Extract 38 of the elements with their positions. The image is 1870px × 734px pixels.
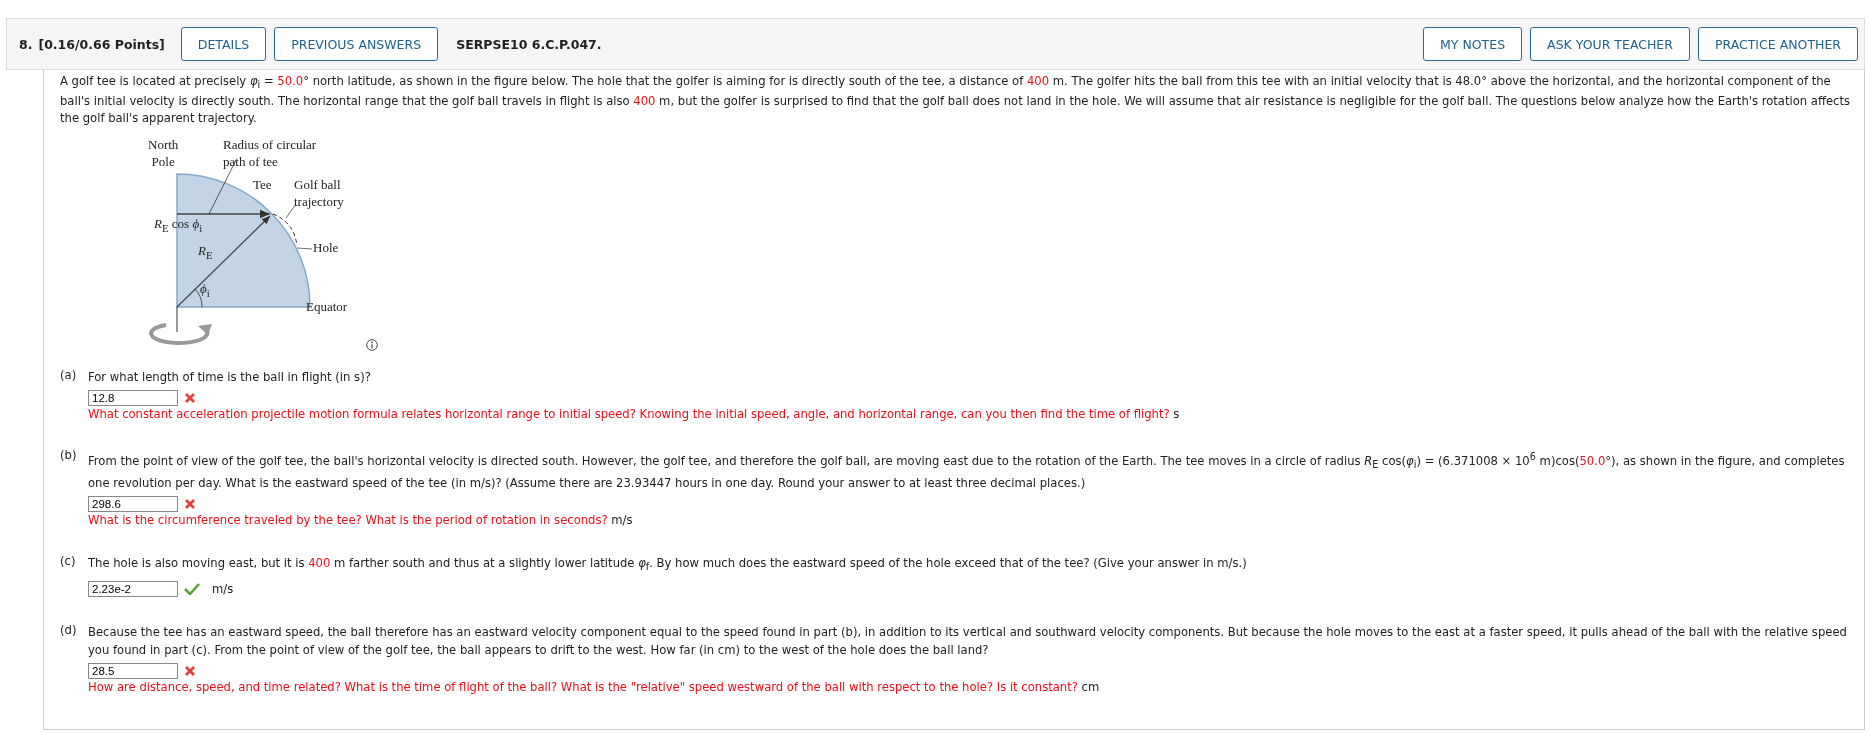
problem-statement: A golf tee is located at precisely φ$_{i}$ = 50.0° north latitude, as shown in the figure below. The hole that the golfer is aiming for is directly south of the tee, a distance of 400 m. The golfer hits the ball from this tee with an initial velocity that is 48.0° above the horizontal, and the horizontal component of the ball's initial velocity is directly south. The horizontal range that the golf ball travels in flight is also 400 m, but the golfer is surprised to find that the golf ball does not land in the hole. We will assume that air resistance is negligible for the golf ball. The questions below analyze how the Earth's rotation affects the golf ball's apparent trajectory. bbox=[60, 73, 1851, 128]
question-text: From the point of view of the golf tee, the ball's horizontal velocity is directed south. However, the golf tee, and therefore the golf ball, are moving east due to the rotation of the Earth. The tee moves in a circle of radius R$_{E}$ cos(φ$_{i}$) = (6.371008 × 10$^{6}$ m)cos(50.0°), as shown in the figure, and completes one revolution per day. What is the eastward speed of the tee (in m/s)? (Assume there are 23.93447 hours in one day. Round your answer to at least three decimal places.) bbox=[88, 450, 1846, 493]
header-button[interactable]: PRACTICE ANOTHER bbox=[1697, 27, 1858, 61]
figure-label: Golf ball trajectory bbox=[294, 176, 344, 211]
info-icon[interactable] bbox=[366, 339, 378, 352]
question-text: For what length of time is the ball in flight (in s)? bbox=[88, 369, 372, 387]
hint-text: What constant acceleration projectile motion formula relates horizontal range to initial speed? Knowing the initial speed, angle, and horizontal range, can you then find the time of flight? bbox=[88, 407, 1170, 422]
figure-label: ϕ$_{i}$ bbox=[200, 280, 210, 301]
question-text: Because the tee has an eastward speed, the ball therefore has an eastward velocity component equal to the speed found in part (b), in addition to its vertical and southward velocity components. But because the hole moves to the east at a faster speed, it pulls ahead of the ball with the relative speed you found in part (c). From the point of view of the golf tee, the ball appears to drift to the west. How far (in cm) to the west of the hole does the ball land? bbox=[88, 623, 1848, 659]
part-label: (d) bbox=[60, 622, 78, 639]
problem-code: SERPSE10 6.C.P.047. bbox=[456, 36, 602, 52]
answer-field[interactable]: 2.23e-2 bbox=[88, 580, 178, 597]
answer-field[interactable]: 298.6 bbox=[88, 496, 178, 513]
header-button[interactable]: DETAILS bbox=[180, 27, 267, 61]
figure-label: R$_{E}$ bbox=[198, 242, 213, 263]
part-label: (a) bbox=[60, 368, 78, 385]
question-text: The hole is also moving east, but it is 400 m farther south and thus at a slightly lower latitude φ$_{f}$. By how much does the eastward speed of the hole exceed that of the tee? (Give your answer in m/s.) bbox=[88, 555, 1248, 575]
unit-label: s bbox=[1173, 407, 1180, 422]
header-button[interactable]: PREVIOUS ANSWERS bbox=[274, 27, 439, 61]
figure-label: Radius of circular path of tee bbox=[223, 136, 317, 171]
figure-label: Hole bbox=[313, 239, 339, 257]
answer-field[interactable]: 12.8 bbox=[88, 390, 178, 407]
hint-text: How are distance, speed, and time related? What is the time of flight of the ball? What is the "relative" speed westward of the ball with respect to the hole? Is it constant? bbox=[88, 679, 1078, 694]
unit-label: m/s bbox=[212, 581, 234, 596]
unit-label: m/s bbox=[611, 513, 633, 528]
points-label: [0.16/0.66 Points] bbox=[38, 36, 165, 52]
figure-label: Tee bbox=[253, 176, 272, 194]
figure-label: Equator bbox=[306, 298, 348, 316]
header-button[interactable]: ASK YOUR TEACHER bbox=[1530, 27, 1690, 61]
unit-label: cm bbox=[1081, 679, 1100, 694]
header-button[interactable]: MY NOTES bbox=[1423, 27, 1523, 61]
figure-label: North Pole bbox=[148, 136, 179, 171]
figure-label: R$_{E}$ cos ϕ$_{i}$ bbox=[154, 215, 203, 236]
part-label: (c) bbox=[60, 554, 77, 571]
question-number: 8. bbox=[19, 36, 33, 52]
hint-text: What is the circumference traveled by the tee? What is the period of rotation in seconds? bbox=[88, 513, 608, 528]
part-label: (b) bbox=[60, 448, 78, 465]
answer-field[interactable]: 28.5 bbox=[88, 662, 178, 679]
